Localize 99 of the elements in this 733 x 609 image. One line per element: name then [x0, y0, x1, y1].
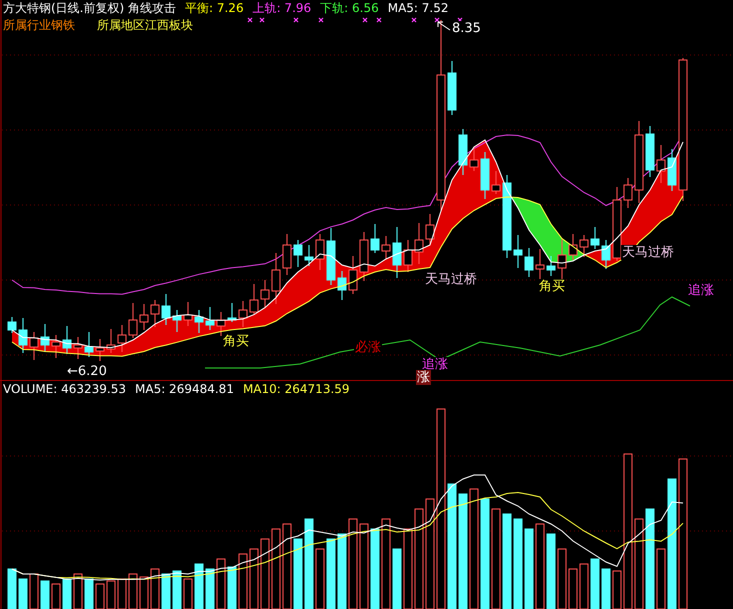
volume-bar: [590, 558, 600, 609]
candlestick: [414, 222, 424, 264]
candlestick: [492, 170, 500, 194]
candlestick: [30, 332, 38, 360]
volume-value: MA5: 269484.81: [135, 382, 234, 397]
candlestick: [458, 128, 468, 176]
chart-annotation: 天马过桥: [424, 272, 478, 287]
candlestick: [558, 238, 566, 280]
candlestick: [360, 232, 368, 282]
candlestick: [404, 240, 412, 272]
candlestick: [172, 310, 182, 332]
cross-marker-icon: [260, 18, 264, 22]
sector-label: 所属地区江西板块: [97, 18, 193, 33]
volume-bar: [602, 568, 610, 609]
candlestick: [206, 306, 214, 330]
candlestick: [96, 338, 104, 362]
volume-value: MA10: 264713.59: [242, 382, 350, 397]
candlestick: [52, 334, 60, 358]
candlestick: [448, 60, 456, 116]
candlestick: [348, 256, 358, 294]
volume-bar: [18, 578, 28, 609]
candlestick: [590, 226, 600, 250]
candlestick: [470, 146, 478, 172]
candlestick: [282, 234, 292, 276]
candlestick: [118, 324, 126, 352]
candlestick: [624, 178, 632, 208]
candlestick: [228, 302, 236, 322]
cross-marker-icon: [248, 18, 252, 22]
indicator-value: MA5: 7.52: [388, 1, 449, 16]
candlestick: [62, 326, 72, 354]
cross-marker-icon: [294, 18, 298, 22]
chart-annotation: 角买: [538, 279, 566, 294]
candlestick: [514, 234, 522, 268]
candlestick: [656, 144, 666, 184]
volume-bar: [326, 538, 336, 609]
volume-bar: [172, 570, 182, 609]
candlestick: [382, 236, 390, 260]
candlestick: [326, 228, 336, 286]
candlestick: [40, 324, 50, 352]
chart-annotation: 追涨: [687, 283, 715, 298]
candlestick: [216, 312, 226, 336]
candlestick: [338, 270, 346, 300]
candlestick: [480, 152, 490, 200]
candlestick: [18, 318, 28, 354]
candlestick: [150, 300, 160, 328]
cross-marker-icon: [318, 18, 324, 22]
candlestick: [74, 336, 82, 360]
chart-annotation: 必涨: [354, 340, 382, 355]
volume-bar: [8, 568, 16, 609]
candlestick: [524, 248, 534, 278]
volume-bar: [294, 538, 302, 609]
chart-annotation: 角买: [222, 334, 250, 349]
candlestick: [238, 300, 248, 328]
volume-bar: [392, 548, 402, 609]
candlestick: [260, 280, 270, 308]
candlestick: [546, 256, 556, 276]
candlestick: [536, 248, 544, 282]
chart-annotation: 天马过桥: [621, 245, 675, 260]
candlestick: [426, 214, 434, 246]
candlestick: [128, 302, 138, 338]
chart-title: 方大特钢(日线.前复权) 角线攻击: [3, 1, 176, 16]
volume-bar: [228, 566, 236, 609]
indicator-value: 上轨: 7.96: [252, 1, 312, 16]
volume-bar: [194, 564, 204, 609]
indicator-value: 下轨: 6.56: [320, 1, 379, 16]
candlestick: [580, 234, 588, 258]
candlestick: [370, 224, 380, 254]
volume-bar: [40, 580, 50, 609]
chart-annotation: 追涨: [421, 357, 449, 372]
candlestick: [294, 240, 302, 268]
candlestick: [162, 294, 170, 326]
candlestick: [646, 126, 654, 178]
candlestick: [602, 240, 610, 270]
chart-annotation: 涨: [416, 370, 431, 385]
volume-bar: [62, 578, 72, 609]
cross-marker-icon: [362, 18, 368, 22]
candlestick: [194, 310, 204, 334]
cross-marker-icon: [376, 18, 382, 22]
candlestick: [184, 302, 192, 326]
volume-bar: [162, 574, 170, 609]
candlestick: [392, 226, 402, 278]
cross-marker-icon: [412, 18, 416, 22]
candlestick: [140, 304, 148, 330]
volume-value: VOLUME: 463239.53: [3, 382, 126, 397]
candlestick: [84, 332, 94, 358]
candlestick: [668, 148, 676, 192]
candlestick: [272, 252, 280, 304]
pointer-arrow-icon: [438, 22, 450, 30]
volume-bar: [206, 568, 214, 609]
candlestick: [304, 244, 314, 266]
cross-marker-icon: [434, 18, 440, 22]
volume-bar: [84, 578, 94, 609]
indicator-value: 平衡: 7.26: [185, 1, 244, 16]
candlestick: [316, 234, 324, 270]
candlestick: [250, 284, 258, 316]
candlestick: [568, 234, 578, 260]
candlestick: [106, 328, 116, 354]
candlestick: [8, 316, 16, 334]
sector-label: 所属行业钢铁: [3, 18, 75, 33]
